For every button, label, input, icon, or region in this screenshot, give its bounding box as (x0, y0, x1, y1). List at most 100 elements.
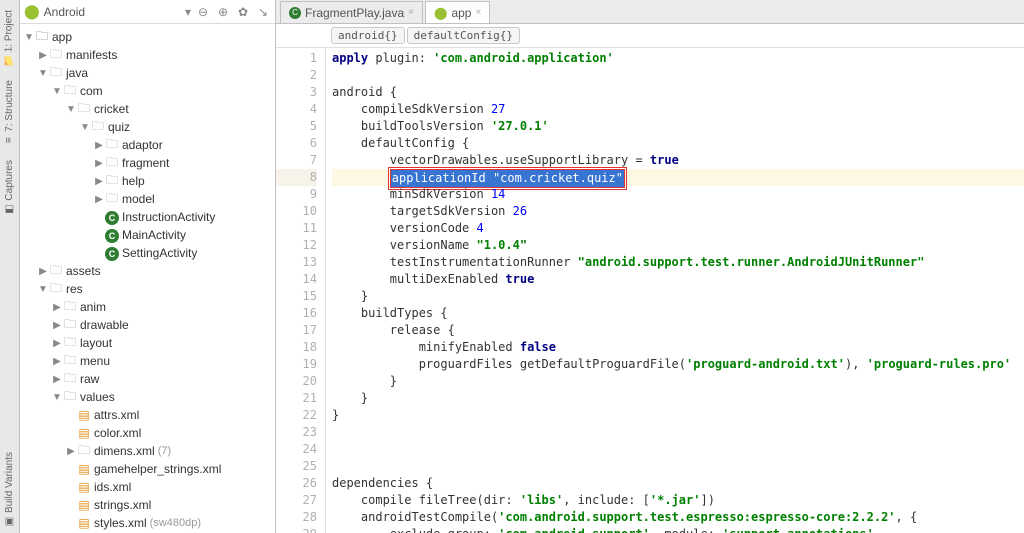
tree-label: anim (80, 300, 106, 314)
close-icon[interactable]: × (475, 7, 481, 18)
line-gutter: 1234567891011121314151617181920212223242… (276, 48, 326, 533)
sidebar-title[interactable]: Android (44, 5, 185, 19)
gear-icon[interactable]: ✿ (235, 5, 251, 19)
tree-label: adaptor (122, 138, 163, 152)
tree-item-com[interactable]: ▼🗀com (20, 82, 275, 100)
disclosure-triangle-icon[interactable]: ▼ (52, 392, 62, 403)
tree-item-anim[interactable]: ▶🗀anim (20, 298, 275, 316)
tab-label: app (451, 6, 471, 20)
tree-item-model[interactable]: ▶🗀model (20, 190, 275, 208)
tree-item-styles-xml[interactable]: ▤styles.xml(sw480dp) (20, 514, 275, 532)
tab-app[interactable]: ⬤ app × (425, 1, 490, 23)
tree-label: drawable (80, 318, 129, 332)
tree-label: strings.xml (94, 498, 151, 512)
tree-label: raw (80, 372, 99, 386)
left-tool-rail: 📁1: Project ≡7: Structure ◧Captures ▣Bui… (0, 0, 20, 533)
tree-label: attrs.xml (94, 408, 139, 422)
tree-item-adaptor[interactable]: ▶🗀adaptor (20, 136, 275, 154)
tree-item-strings-xml[interactable]: ▤strings.xml (20, 496, 275, 514)
disclosure-triangle-icon[interactable]: ▼ (52, 86, 62, 97)
android-icon: ⬤ (24, 3, 40, 20)
disclosure-triangle-icon[interactable]: ▼ (80, 122, 90, 133)
tree-hint: (sw480dp) (150, 517, 201, 529)
tree-label: SettingActivity (122, 246, 197, 260)
disclosure-triangle-icon[interactable]: ▼ (38, 284, 48, 295)
disclosure-triangle-icon[interactable]: ▼ (66, 104, 76, 115)
tree-item-fragment[interactable]: ▶🗀fragment (20, 154, 275, 172)
sidebar-header: ⬤ Android ▾ ⊖ ⊕ ✿ ↘ (20, 0, 275, 24)
disclosure-triangle-icon[interactable]: ▶ (94, 194, 104, 205)
tree-item-manifests[interactable]: ▶🗀manifests (20, 46, 275, 64)
breadcrumb-item[interactable]: defaultConfig{} (407, 27, 520, 44)
tree-item-ids-xml[interactable]: ▤ids.xml (20, 478, 275, 496)
tree-item-cricket[interactable]: ▼🗀cricket (20, 100, 275, 118)
project-tree[interactable]: ▼🗀app▶🗀manifests▼🗀java▼🗀com▼🗀cricket▼🗀qu… (20, 24, 275, 533)
project-sidebar: ⬤ Android ▾ ⊖ ⊕ ✿ ↘ ▼🗀app▶🗀manifests▼🗀ja… (20, 0, 276, 533)
collapse-icon[interactable]: ⊖ (195, 5, 211, 19)
tree-label: layout (80, 336, 112, 350)
breadcrumb-bar: android{}defaultConfig{} (276, 24, 1024, 48)
disclosure-triangle-icon[interactable]: ▼ (38, 68, 48, 79)
tab-label: FragmentPlay.java (305, 6, 404, 20)
disclosure-triangle-icon[interactable]: ▶ (52, 302, 62, 313)
tree-item-dimens-xml[interactable]: ▶🗀dimens.xml(7) (20, 442, 275, 460)
rail-structure[interactable]: ≡7: Structure (2, 74, 17, 152)
code-editor[interactable]: 1234567891011121314151617181920212223242… (276, 48, 1024, 533)
disclosure-triangle-icon[interactable]: ▶ (94, 140, 104, 151)
tree-item-assets[interactable]: ▶🗀assets (20, 262, 275, 280)
hide-icon[interactable]: ↘ (255, 5, 271, 19)
rail-build-variants[interactable]: ▣Build Variants (2, 446, 17, 533)
disclosure-triangle-icon[interactable]: ▶ (52, 356, 62, 367)
disclosure-triangle-icon[interactable]: ▼ (24, 32, 34, 43)
tree-item-layout[interactable]: ▶🗀layout (20, 334, 275, 352)
chevron-down-icon[interactable]: ▾ (185, 5, 191, 19)
java-class-icon: C (289, 7, 301, 19)
tree-item-attrs-xml[interactable]: ▤attrs.xml (20, 406, 275, 424)
gradle-icon: ⬤ (434, 6, 447, 20)
tree-item-instructionactivity[interactable]: CInstructionActivity (20, 208, 275, 226)
disclosure-triangle-icon[interactable]: ▶ (94, 176, 104, 187)
tree-label: values (80, 390, 115, 404)
tree-item-help[interactable]: ▶🗀help (20, 172, 275, 190)
tree-item-quiz[interactable]: ▼🗀quiz (20, 118, 275, 136)
tree-label: help (122, 174, 145, 188)
tree-item-color-xml[interactable]: ▤color.xml (20, 424, 275, 442)
tree-label: MainActivity (122, 228, 186, 242)
disclosure-triangle-icon[interactable]: ▶ (38, 50, 48, 61)
disclosure-triangle-icon[interactable]: ▶ (52, 320, 62, 331)
tab-fragmentplay-java[interactable]: C FragmentPlay.java × (280, 1, 423, 23)
tree-item-gamehelper_strings-xml[interactable]: ▤gamehelper_strings.xml (20, 460, 275, 478)
tree-item-mainactivity[interactable]: CMainActivity (20, 226, 275, 244)
tree-label: app (52, 30, 72, 44)
tree-label: InstructionActivity (122, 210, 215, 224)
rail-captures[interactable]: ◧Captures (2, 154, 17, 221)
tree-item-drawable[interactable]: ▶🗀drawable (20, 316, 275, 334)
tree-label: com (80, 84, 103, 98)
tree-item-raw[interactable]: ▶🗀raw (20, 370, 275, 388)
tree-item-menu[interactable]: ▶🗀menu (20, 352, 275, 370)
disclosure-triangle-icon[interactable]: ▶ (52, 338, 62, 349)
code-content[interactable]: apply plugin: 'com.android.application' … (326, 48, 1024, 533)
expand-icon[interactable]: ⊕ (215, 5, 231, 19)
disclosure-triangle-icon[interactable]: ▶ (52, 374, 62, 385)
tree-label: java (66, 66, 88, 80)
editor-tabs: C FragmentPlay.java × ⬤ app × (276, 0, 1024, 24)
disclosure-triangle-icon[interactable]: ▶ (38, 266, 48, 277)
rail-project[interactable]: 📁1: Project (1, 4, 17, 72)
tree-item-values[interactable]: ▼🗀values (20, 388, 275, 406)
tree-label: styles.xml (94, 516, 147, 530)
tree-item-java[interactable]: ▼🗀java (20, 64, 275, 82)
tree-item-res[interactable]: ▼🗀res (20, 280, 275, 298)
disclosure-triangle-icon[interactable]: ▶ (94, 158, 104, 169)
tree-label: manifests (66, 48, 117, 62)
tree-label: cricket (94, 102, 129, 116)
breadcrumb-item[interactable]: android{} (331, 27, 405, 44)
tree-item-settingactivity[interactable]: CSettingActivity (20, 244, 275, 262)
close-icon[interactable]: × (408, 7, 414, 18)
tree-hint: (7) (158, 445, 171, 457)
tree-label: quiz (108, 120, 130, 134)
tree-label: gamehelper_strings.xml (94, 462, 221, 476)
tree-label: model (122, 192, 155, 206)
disclosure-triangle-icon[interactable]: ▶ (66, 446, 76, 457)
tree-item-app[interactable]: ▼🗀app (20, 28, 275, 46)
